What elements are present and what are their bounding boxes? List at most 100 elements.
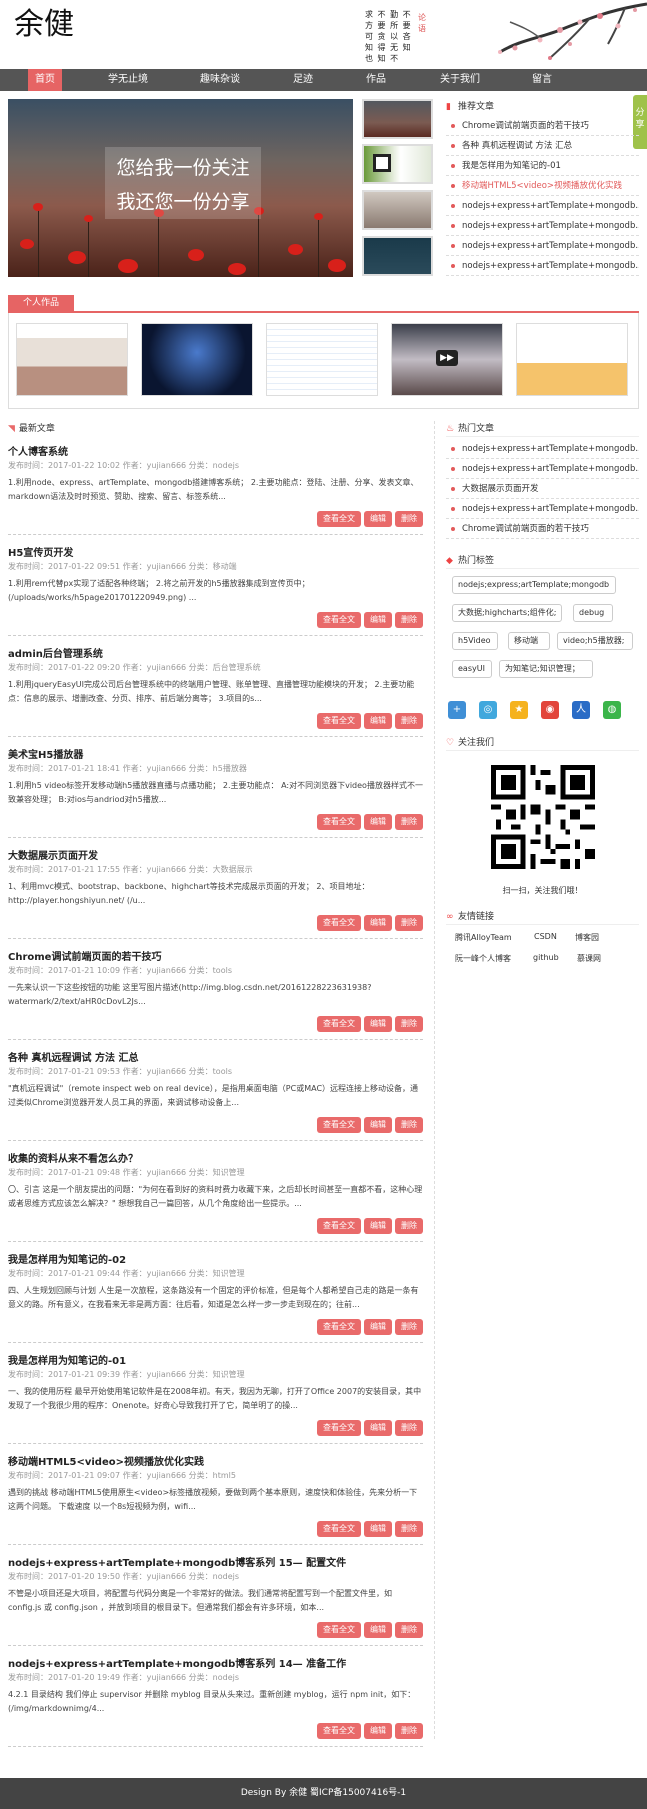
- view-full-button[interactable]: 查看全文: [317, 511, 361, 527]
- friend-link[interactable]: 腾讯AlloyTeam: [455, 932, 512, 943]
- friend-link[interactable]: CSDN: [534, 932, 557, 941]
- work-thumb-blog[interactable]: [16, 323, 128, 396]
- tag-item[interactable]: h5Video: [452, 632, 498, 650]
- article-title[interactable]: 大数据展示页面开发: [8, 847, 98, 862]
- article-title[interactable]: 我是怎样用为知笔记的-02: [8, 1251, 126, 1266]
- delete-button[interactable]: 删除: [395, 1117, 423, 1133]
- edit-button[interactable]: 编辑: [364, 1622, 392, 1638]
- tag-item[interactable]: nodejs;express;artTemplate;mongodb: [452, 576, 616, 594]
- work-thumb-player[interactable]: ▶▶: [391, 323, 503, 396]
- wechat-icon[interactable]: ◍: [603, 701, 621, 719]
- delete-button[interactable]: 删除: [395, 1016, 423, 1032]
- view-full-button[interactable]: 查看全文: [317, 1521, 361, 1537]
- recommend-item[interactable]: 我是怎样用为知笔记的-01: [446, 156, 639, 176]
- edit-button[interactable]: 编辑: [364, 511, 392, 527]
- tag-item[interactable]: easyUI: [452, 660, 492, 678]
- tag-item[interactable]: 移动端: [508, 632, 550, 650]
- article-title[interactable]: 移动端HTML5<video>视频播放优化实践: [8, 1453, 204, 1468]
- view-full-button[interactable]: 查看全文: [317, 713, 361, 729]
- hot-item[interactable]: 大数据展示页面开发: [446, 479, 639, 499]
- tag-item[interactable]: 大数据;highcharts;组件化;: [452, 604, 562, 622]
- edit-button[interactable]: 编辑: [364, 1420, 392, 1436]
- work-thumb-h5page[interactable]: [141, 323, 253, 396]
- hot-item[interactable]: nodejs+express+artTemplate+mongodb...: [446, 499, 639, 519]
- share-more-icon[interactable]: +: [448, 701, 466, 719]
- article-title[interactable]: 个人博客系统: [8, 443, 68, 458]
- banner-thumb-2[interactable]: [362, 144, 433, 184]
- renren-icon[interactable]: 人: [572, 701, 590, 719]
- delete-button[interactable]: 删除: [395, 1622, 423, 1638]
- delete-button[interactable]: 删除: [395, 1723, 423, 1739]
- article-title[interactable]: 各种 真机远程调试 方法 汇总: [8, 1049, 138, 1064]
- star-icon[interactable]: ★: [510, 701, 528, 719]
- view-full-button[interactable]: 查看全文: [317, 1420, 361, 1436]
- delete-button[interactable]: 删除: [395, 713, 423, 729]
- friend-link[interactable]: github: [533, 953, 559, 962]
- delete-button[interactable]: 删除: [395, 511, 423, 527]
- view-full-button[interactable]: 查看全文: [317, 1622, 361, 1638]
- delete-button[interactable]: 删除: [395, 1319, 423, 1335]
- nav-item-study[interactable]: 学无止境: [98, 69, 158, 91]
- work-thumb-admin[interactable]: [266, 323, 378, 396]
- view-full-button[interactable]: 查看全文: [317, 1117, 361, 1133]
- weibo-icon[interactable]: ◉: [541, 701, 559, 719]
- works-tab[interactable]: 个人作品: [8, 295, 74, 312]
- edit-button[interactable]: 编辑: [364, 1016, 392, 1032]
- edit-button[interactable]: 编辑: [364, 1319, 392, 1335]
- edit-button[interactable]: 编辑: [364, 1117, 392, 1133]
- delete-button[interactable]: 删除: [395, 1420, 423, 1436]
- nav-item-about[interactable]: 关于我们: [432, 69, 488, 91]
- hot-item[interactable]: Chrome调试前端页面的若干技巧: [446, 519, 639, 539]
- view-full-button[interactable]: 查看全文: [317, 612, 361, 628]
- nav-item-home[interactable]: 首页: [28, 69, 62, 91]
- edit-button[interactable]: 编辑: [364, 1218, 392, 1234]
- banner-thumb-4[interactable]: [362, 236, 433, 276]
- recommend-item[interactable]: nodejs+express+artTemplate+mongodb...: [446, 256, 639, 276]
- view-full-button[interactable]: 查看全文: [317, 1016, 361, 1032]
- edit-button[interactable]: 编辑: [364, 1723, 392, 1739]
- delete-button[interactable]: 删除: [395, 612, 423, 628]
- article-title[interactable]: admin后台管理系统: [8, 645, 103, 660]
- nav-item-works[interactable]: 作品: [358, 69, 394, 91]
- edit-button[interactable]: 编辑: [364, 814, 392, 830]
- recommend-item[interactable]: Chrome调试前端页面的若干技巧: [446, 116, 639, 136]
- recommend-item[interactable]: 各种 真机远程调试 方法 汇总: [446, 136, 639, 156]
- recommend-item[interactable]: nodejs+express+artTemplate+mongodb...: [446, 236, 639, 256]
- recommend-item[interactable]: 移动端HTML5<video>视频播放优化实践: [446, 176, 639, 196]
- edit-button[interactable]: 编辑: [364, 1521, 392, 1537]
- view-full-button[interactable]: 查看全文: [317, 915, 361, 931]
- view-full-button[interactable]: 查看全文: [317, 1218, 361, 1234]
- qzone-icon[interactable]: ◎: [479, 701, 497, 719]
- site-logo[interactable]: 余健: [14, 8, 74, 42]
- edit-button[interactable]: 编辑: [364, 612, 392, 628]
- nav-item-footprint[interactable]: 足迹: [285, 69, 321, 91]
- friend-link[interactable]: 阮一峰个人博客: [455, 953, 511, 964]
- banner-slideshow[interactable]: 您给我一份关注 我还您一份分享: [8, 99, 353, 277]
- hot-item[interactable]: nodejs+express+artTemplate+mongodb...: [446, 459, 639, 479]
- tag-item[interactable]: debug: [573, 604, 613, 622]
- view-full-button[interactable]: 查看全文: [317, 1723, 361, 1739]
- article-title[interactable]: Chrome调试前端页面的若干技巧: [8, 948, 161, 963]
- banner-thumb-1[interactable]: [362, 99, 433, 139]
- delete-button[interactable]: 删除: [395, 814, 423, 830]
- recommend-item[interactable]: nodejs+express+artTemplate+mongodb...: [446, 196, 639, 216]
- view-full-button[interactable]: 查看全文: [317, 1319, 361, 1335]
- tag-item[interactable]: video;h5播放器;: [557, 632, 633, 650]
- recommend-item[interactable]: nodejs+express+artTemplate+mongodb...: [446, 216, 639, 236]
- friend-link[interactable]: 博客园: [575, 932, 599, 943]
- work-thumb-chart[interactable]: [516, 323, 628, 396]
- delete-button[interactable]: 删除: [395, 1218, 423, 1234]
- article-title[interactable]: H5宣传页开发: [8, 544, 73, 559]
- article-title[interactable]: 美术宝H5播放器: [8, 746, 83, 761]
- nav-item-message[interactable]: 留言: [524, 69, 560, 91]
- article-title[interactable]: 收集的资料从来不看怎么办？: [8, 1150, 138, 1165]
- friend-link[interactable]: 慕课网: [577, 953, 601, 964]
- delete-button[interactable]: 删除: [395, 915, 423, 931]
- view-full-button[interactable]: 查看全文: [317, 814, 361, 830]
- nav-item-talk[interactable]: 趣味杂谈: [190, 69, 250, 91]
- article-title[interactable]: 我是怎样用为知笔记的-01: [8, 1352, 126, 1367]
- tag-item[interactable]: 为知笔记;知识管理；: [499, 660, 593, 678]
- edit-button[interactable]: 编辑: [364, 915, 392, 931]
- delete-button[interactable]: 删除: [395, 1521, 423, 1537]
- article-title[interactable]: nodejs+express+artTemplate+mongodb博客系列 1…: [8, 1554, 346, 1569]
